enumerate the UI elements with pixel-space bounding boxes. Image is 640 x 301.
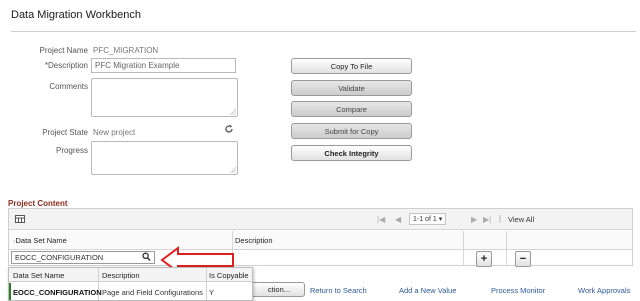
copy-to-file-button[interactable]: Copy To File — [291, 58, 412, 74]
pager-select[interactable]: 1-1 of 1 ▾ — [409, 213, 447, 225]
project-name-label: Project Name — [39, 46, 88, 55]
project-state-value: New project — [93, 128, 136, 137]
progress-textarea[interactable] — [91, 141, 238, 175]
first-page-icon[interactable]: |◀ — [377, 215, 385, 224]
add-new-value-link[interactable]: Add a New Value — [399, 286, 456, 295]
grid-header: ·Data Set Name Description — [9, 231, 632, 250]
progress-label: Progress — [55, 146, 88, 155]
resize-grip-icon[interactable] — [230, 109, 236, 115]
search-icon[interactable] — [142, 252, 151, 264]
personalize-grid-icon[interactable] — [15, 215, 25, 223]
page-title: Data Migration Workbench — [11, 9, 142, 21]
project-name-value: PFC_MIGRATION — [93, 46, 159, 55]
refresh-icon[interactable] — [224, 124, 234, 134]
next-page-icon[interactable]: ▶ — [471, 215, 477, 224]
view-all-link[interactable]: View All — [508, 215, 534, 224]
pager-text: 1-1 of 1 — [413, 216, 437, 223]
last-page-icon[interactable]: ▶| — [483, 215, 491, 224]
previous-page-icon[interactable]: ◀ — [395, 215, 401, 224]
project-content-grid: |◀ ◀ 1-1 of 1 ▾ ▶ ▶| | View All ·Data Se… — [8, 208, 633, 266]
lookup-header-dataset: Data Set Name — [13, 271, 65, 280]
toolbar-divider: | — [499, 214, 502, 223]
col-header-dataset: ·Data Set Name — [13, 236, 67, 245]
dataset-name-value: EOCC_CONFIGURATION — [15, 253, 104, 262]
resize-grip-icon[interactable] — [230, 167, 236, 173]
add-row-button[interactable]: + — [476, 251, 492, 267]
lookup-header-copyable: Is Copyable — [209, 271, 249, 280]
lookup-cell-description: Page and Field Configurations — [102, 288, 203, 297]
col-header-description: Description — [235, 236, 273, 245]
lookup-cell-dataset: EOCC_CONFIGURATION — [13, 288, 102, 297]
comments-textarea[interactable] — [91, 78, 238, 117]
grid-toolbar: |◀ ◀ 1-1 of 1 ▾ ▶ ▶| | View All — [9, 209, 632, 230]
description-label: *Description — [44, 61, 88, 70]
validate-button[interactable]: Validate — [291, 80, 412, 96]
lookup-cell-copyable: Y — [209, 288, 215, 297]
comments-label: Comments — [49, 82, 88, 91]
description-field[interactable] — [91, 58, 236, 73]
selection-marker — [9, 283, 11, 300]
lookup-dropdown: Data Set Name Description Is Copyable EO… — [8, 267, 253, 301]
chevron-down-icon: ▾ — [438, 216, 443, 223]
delete-row-button[interactable]: − — [515, 251, 531, 267]
project-content-title: Project Content — [8, 199, 68, 208]
submit-for-copy-button[interactable]: Submit for Copy — [291, 123, 412, 139]
title-divider — [11, 31, 636, 32]
lookup-result-row[interactable]: EOCC_CONFIGURATION Page and Field Config… — [9, 283, 252, 300]
return-to-search-link[interactable]: Return to Search — [310, 286, 367, 295]
project-state-label: Project State — [42, 128, 88, 137]
table-row: EOCC_CONFIGURATION — [9, 251, 632, 266]
check-integrity-button[interactable]: Check Integrity — [291, 145, 412, 161]
compare-button[interactable]: Compare — [291, 101, 412, 117]
dataset-name-input[interactable]: EOCC_CONFIGURATION — [11, 251, 155, 264]
work-approvals-link[interactable]: Work Approvals — [578, 286, 630, 295]
lookup-header-description: Description — [102, 271, 140, 280]
process-monitor-link[interactable]: Process Monitor — [491, 286, 545, 295]
